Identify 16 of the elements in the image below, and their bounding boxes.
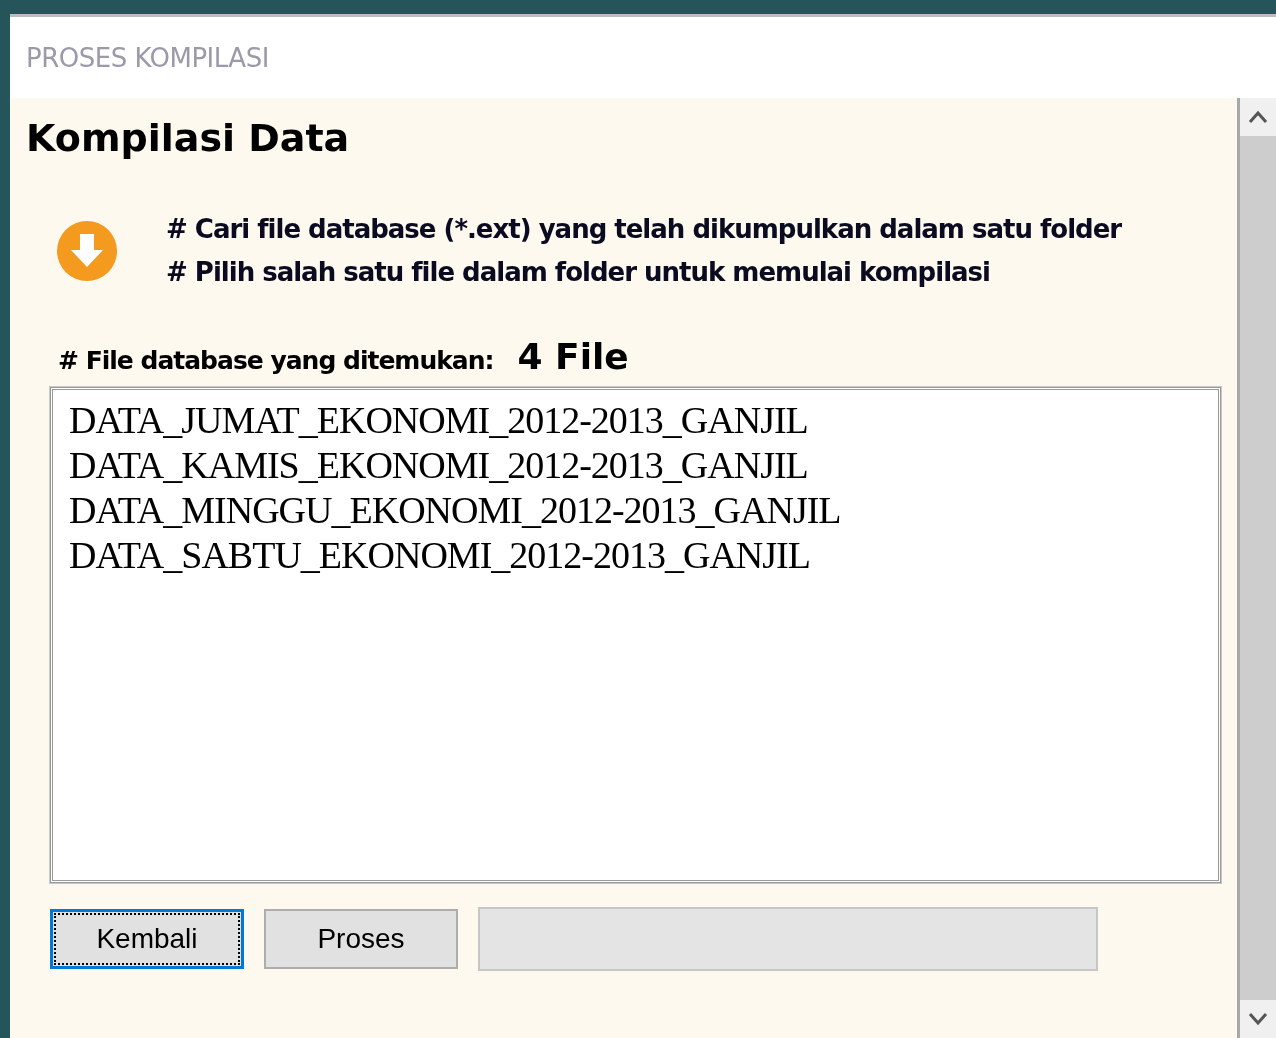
- file-list-item[interactable]: DATA_MINGGU_EKONOMI_2012-2013_GANJIL: [69, 488, 1202, 533]
- file-list-item[interactable]: DATA_JUMAT_EKONOMI_2012-2013_GANJIL: [69, 398, 1202, 443]
- file-list-item[interactable]: DATA_SABTU_EKONOMI_2012-2013_GANJIL: [69, 533, 1202, 578]
- file-list[interactable]: DATA_JUMAT_EKONOMI_2012-2013_GANJIL DATA_KAMIS_EKONOMI_2012-2013_GANJIL DATA_MINGGU_EKONOMI_2012-2013_GANJIL DATA_SABTU_EKONOMI_2012-2013_GANJIL: [50, 387, 1221, 883]
- action-button[interactable]: Proses: [264, 909, 458, 969]
- instruction-text: # Pilih salah satu file dalam folder untuk memulai kompilasi: [166, 256, 991, 289]
- instruction-text: # Cari file database (*.ext) yang telah dikumpulkan dalam satu folder: [166, 213, 1122, 246]
- file-list-item[interactable]: DATA_KAMIS_EKONOMI_2012-2013_GANJIL: [69, 443, 1202, 488]
- action-button[interactable]: Kembali: [50, 909, 244, 969]
- found-label: # File database yang ditemukan:: [58, 346, 494, 375]
- download-icon: [56, 220, 118, 282]
- heading: Kompilasi Data: [26, 116, 351, 160]
- window-title: PROSES KOMPILASI: [26, 42, 269, 73]
- scroll-up-icon[interactable]: [1248, 110, 1268, 124]
- scroll-down-icon[interactable]: [1248, 1012, 1268, 1026]
- file-count: 4 File: [517, 336, 629, 377]
